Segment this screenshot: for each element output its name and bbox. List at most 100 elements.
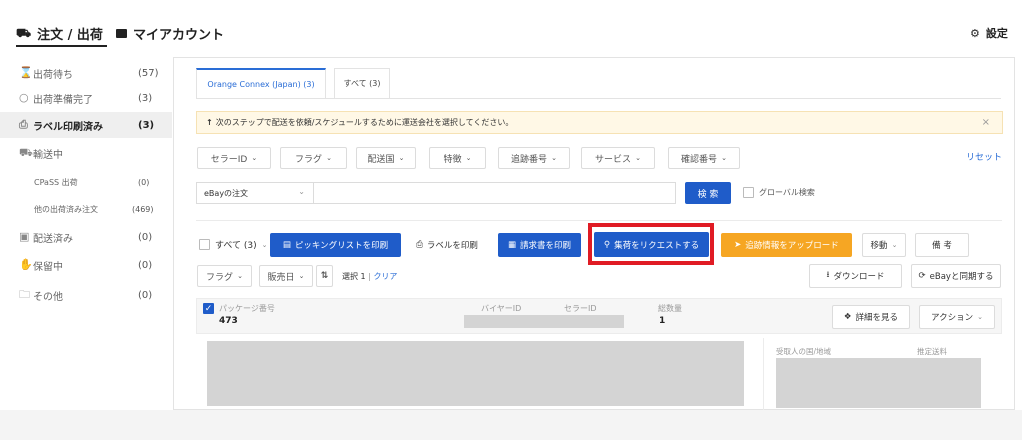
sidebar-item-count: (3) (138, 92, 153, 104)
filter-confirmation-number[interactable]: 確認番号 ⌄ (668, 147, 740, 169)
search-scope-select[interactable]: eBayの注文 ⌄ (196, 182, 314, 204)
carrier-notice: ↑ 次のステップで配送を依頼/スケジュールするために運送会社を選択してください。… (196, 111, 1003, 134)
filter-label: セラーID (210, 154, 248, 165)
chevron-down-icon: ⌄ (237, 272, 243, 280)
global-search-option[interactable]: グローバル検索 (743, 187, 815, 198)
sidebar-item-label: ラベル印刷済み (33, 121, 103, 133)
sidebar-item-label-printed[interactable]: ⎙ ラベル印刷済み (3) (0, 112, 172, 138)
button-label: ダウンロード (833, 272, 885, 282)
sidebar-item-in-transit[interactable]: ⛟ 輸送中 (0, 140, 172, 166)
button-label: ラベルを印刷 (426, 241, 478, 251)
tab-all[interactable]: すべて (3) (334, 68, 390, 98)
select-all-checkbox[interactable] (199, 239, 210, 250)
document-icon: ▦ (507, 240, 516, 250)
filter-label: サービス (595, 154, 632, 165)
chevron-down-icon: ⌄ (635, 154, 641, 162)
download-button[interactable]: ⭳ ダウンロード (809, 264, 902, 288)
request-pickup-button[interactable]: ⚲ 集荷をリクエストする (594, 232, 709, 257)
sidebar-item-count: (3) (138, 119, 155, 131)
redacted-item-details (207, 341, 744, 406)
shipping-info-panel: 受取人の国/地域 推定送料 (763, 338, 1003, 411)
move-dropdown[interactable]: 移動 ⌄ (862, 233, 906, 257)
package-checkbox[interactable]: ✓ (203, 303, 214, 314)
select-all-control[interactable]: すべて (3) ⌄ (199, 238, 268, 251)
binoculars-icon: ⚲ (603, 239, 611, 250)
filter-service[interactable]: サービス ⌄ (581, 147, 655, 169)
notice-close-button[interactable]: × (982, 117, 990, 128)
chevron-down-icon: ⌄ (977, 313, 983, 321)
selection-status: 選択 1 | クリア (342, 272, 398, 281)
sidebar-item-awaiting-shipment[interactable]: ⌛ 出荷待ち (57) (0, 60, 172, 86)
sidebar-item-label: 輸送中 (33, 149, 63, 161)
printer-icon: ⎙ (416, 240, 423, 250)
flag-filter-dropdown[interactable]: フラグ ⌄ (197, 265, 252, 287)
clear-selection-link[interactable]: クリア (373, 272, 397, 281)
action-dropdown[interactable]: アクション ⌄ (919, 305, 995, 329)
print-picking-list-button[interactable]: ▤ ピッキングリストを印刷 (270, 233, 401, 257)
view-details-button[interactable]: ❖ 詳細を見る (832, 305, 910, 329)
sidebar-item-cpass[interactable]: CPaSS 出荷 (0) (0, 169, 172, 195)
bottom-bar (0, 410, 1022, 440)
filter-flag[interactable]: フラグ ⌄ (280, 147, 347, 169)
settings-label: 設定 (985, 27, 1008, 40)
print-label-button[interactable]: ⎙ ラベルを印刷 (408, 233, 486, 257)
sort-order-icon[interactable]: ⇅ (316, 265, 333, 287)
chevron-down-icon: ⌄ (261, 240, 268, 249)
search-scope-label: eBayの注文 (204, 188, 249, 198)
upload-tracking-button[interactable]: ➤ 追跡情報をアップロード (721, 233, 852, 257)
filter-label: 確認番号 (681, 154, 718, 165)
account-card-icon (116, 29, 127, 38)
sidebar-item-count: (0) (138, 231, 153, 243)
nav-account-label: マイアカウント (133, 28, 225, 43)
sidebar-item-on-hold[interactable]: ✋ 保留中 (0) (0, 252, 172, 278)
filter-feature[interactable]: 特徴 ⌄ (429, 147, 486, 169)
button-label: 移動 (870, 241, 888, 251)
selected-count: 選択 1 (342, 272, 366, 281)
select-all-label: すべて (3) (215, 241, 257, 251)
hourglass-icon: ⌛ (19, 66, 33, 79)
clipboard-icon: ▤ (282, 240, 291, 250)
global-search-checkbox[interactable] (743, 187, 754, 198)
tab-orange-connex[interactable]: Orange Connex (Japan) (3) (196, 68, 326, 98)
recipient-country-label: 受取人の国/地域 (776, 347, 832, 356)
truck-icon: ⛟ (16, 25, 32, 40)
sync-ebay-button[interactable]: ⟳ eBayと同期する (911, 264, 1001, 288)
sidebar-item-other-shipped[interactable]: 他の出荷済み注文 (469) (0, 196, 172, 222)
button-label: アクション (931, 313, 974, 323)
chevron-down-icon: ⌄ (251, 154, 258, 162)
note-button[interactable]: 備 考 (915, 233, 969, 257)
box-icon: ○ (19, 91, 29, 104)
notice-text: 次のステップで配送を依頼/スケジュールするために運送会社を選択してください。 (215, 118, 514, 127)
sidebar-item-ready-to-ship[interactable]: ○ 出荷準備完了 (3) (0, 85, 172, 111)
buyer-id-label: バイヤーID (481, 304, 522, 313)
filter-seller-id[interactable]: セラーID ⌄ (197, 147, 271, 169)
estimated-fee-label: 推定送料 (917, 347, 947, 356)
nav-my-account[interactable]: マイアカウント (116, 24, 224, 43)
printer-icon: ⎙ (19, 118, 28, 131)
truck-icon: ⛟ (19, 146, 33, 159)
filter-label: フラグ (206, 272, 234, 283)
filter-ship-country[interactable]: 配送国 ⌄ (356, 147, 416, 169)
global-search-label: グローバル検索 (759, 188, 815, 197)
filter-label: 配送国 (367, 154, 395, 165)
sidebar-item-label: 他の出荷済み注文 (34, 204, 98, 214)
search-button[interactable]: 検 索 (685, 182, 731, 204)
filter-tracking-number[interactable]: 追跡番号 ⌄ (498, 147, 570, 169)
sidebar-item-delivered[interactable]: ▣ 配送済み (0) (0, 224, 172, 250)
sidebar-item-other[interactable]: 🗀 その他 (0) (0, 282, 172, 308)
sidebar-item-count: (0) (138, 177, 150, 187)
search-input[interactable] (313, 182, 676, 204)
reset-link[interactable]: リセット (966, 150, 1002, 163)
settings-link[interactable]: ⚙ 設定 (970, 25, 1008, 41)
sidebar-item-label: その他 (33, 291, 63, 303)
delivered-icon: ▣ (19, 230, 30, 243)
seller-id-label: セラーID (564, 304, 597, 313)
top-navigation: ⛟ 注文 / 出荷 マイアカウント ⚙ 設定 (0, 0, 1022, 60)
filter-label: 追跡番号 (511, 154, 548, 165)
button-label: 追跡情報をアップロード (745, 241, 839, 251)
print-invoice-button[interactable]: ▦ 請求書を印刷 (498, 233, 581, 257)
filter-label: フラグ (295, 154, 323, 165)
nav-orders[interactable]: ⛟ 注文 / 出荷 (16, 24, 103, 44)
status-sidebar: ⌛ 出荷待ち (57) ○ 出荷準備完了 (3) ⎙ ラベル印刷済み (3) ⛟… (0, 60, 172, 420)
sort-by-dropdown[interactable]: 販売日 ⌄ (259, 265, 313, 287)
